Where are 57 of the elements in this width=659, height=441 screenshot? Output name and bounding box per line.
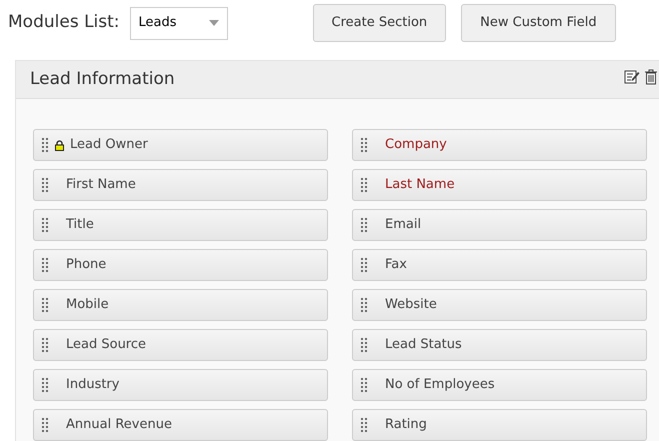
field-label: Fax (385, 256, 407, 274)
trash-icon[interactable] (644, 68, 658, 84)
drag-handle-icon[interactable] (42, 298, 49, 312)
field-label: Website (385, 296, 437, 314)
field-item[interactable]: No of Employees (352, 369, 647, 401)
field-label: Lead Status (385, 336, 462, 354)
field-label: No of Employees (385, 376, 495, 394)
field-item[interactable]: Title (33, 209, 328, 241)
drag-handle-icon[interactable] (361, 178, 368, 192)
field-label: Lead Source (66, 336, 146, 354)
drag-handle-icon[interactable] (361, 298, 368, 312)
field-label: Phone (66, 256, 106, 274)
modules-dropdown[interactable]: Leads (130, 6, 228, 40)
field-label: Rating (385, 416, 427, 434)
toolbar-button[interactable]: New Custom Field (461, 4, 616, 42)
field-item[interactable]: Lead Source (33, 329, 328, 361)
dropdown-caret-icon (208, 20, 219, 26)
field-item[interactable]: Mobile (33, 289, 328, 321)
field-item[interactable]: Lead Status (352, 329, 647, 361)
modules-list-label: Modules List: (8, 11, 120, 34)
field-item[interactable]: Email (352, 209, 647, 241)
toolbar-button[interactable]: Create Section (312, 4, 446, 42)
field-item[interactable]: Fax (352, 249, 647, 281)
field-label: Lead Owner (70, 136, 148, 154)
section-title: Lead Information (30, 68, 175, 91)
field-item[interactable]: First Name (33, 169, 328, 201)
drag-handle-icon[interactable] (361, 418, 368, 432)
field-label: Industry (66, 376, 120, 394)
field-label: Company (385, 136, 447, 154)
field-item[interactable]: Last Name (352, 169, 647, 201)
field-label: Last Name (385, 176, 455, 194)
drag-handle-icon[interactable] (361, 378, 368, 392)
drag-handle-icon[interactable] (361, 338, 368, 352)
field-item[interactable]: Annual Revenue (33, 409, 328, 441)
drag-handle-icon[interactable] (42, 338, 49, 352)
drag-handle-icon[interactable] (42, 258, 49, 272)
field-label: Mobile (66, 296, 109, 314)
drag-handle-icon[interactable] (42, 138, 49, 152)
field-label: Title (66, 216, 94, 234)
field-item[interactable]: Lead Owner (33, 129, 328, 161)
drag-handle-icon[interactable] (361, 138, 368, 152)
field-item[interactable]: Rating (352, 409, 647, 441)
field-label: Email (385, 216, 422, 234)
lock-icon (55, 140, 64, 150)
drag-handle-icon[interactable] (42, 218, 49, 232)
drag-handle-icon[interactable] (42, 178, 49, 192)
field-item[interactable]: Phone (33, 249, 328, 281)
drag-handle-icon[interactable] (42, 418, 49, 432)
field-item[interactable]: Industry (33, 369, 328, 401)
field-label: Annual Revenue (66, 416, 172, 434)
drag-handle-icon[interactable] (361, 218, 368, 232)
edit-icon[interactable] (624, 69, 640, 84)
field-item[interactable]: Website (352, 289, 647, 321)
drag-handle-icon[interactable] (361, 258, 368, 272)
drag-handle-icon[interactable] (42, 378, 49, 392)
field-item[interactable]: Company (352, 129, 647, 161)
field-label: First Name (66, 176, 136, 194)
